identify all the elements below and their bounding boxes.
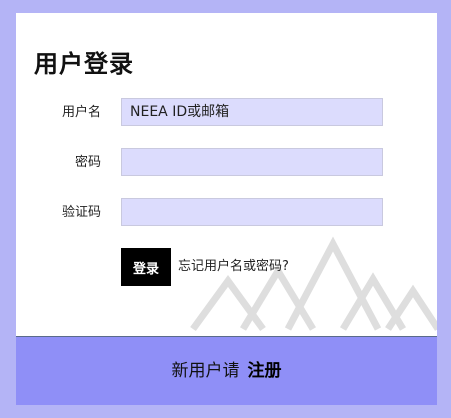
login-card: 用户登录 用户名 密码 验证码 登录 忘记用户名或密码? 新用户请注册 [16,13,437,405]
page-title: 用户登录 [34,50,134,78]
username-input[interactable] [121,98,383,126]
captcha-input[interactable] [121,198,383,226]
login-button[interactable]: 登录 [121,248,171,286]
register-prompt: 新用户请 [171,361,240,381]
mountain-watermark-icon [190,236,437,332]
password-input[interactable] [121,148,383,176]
username-label: 用户名 [61,105,101,120]
register-footer: 新用户请 注册 [16,336,437,405]
password-label: 密码 [74,155,101,170]
captcha-label: 验证码 [61,205,101,220]
forgot-credentials-link[interactable]: 忘记用户名或密码? [178,258,289,276]
register-link[interactable]: 注册 [248,361,282,381]
